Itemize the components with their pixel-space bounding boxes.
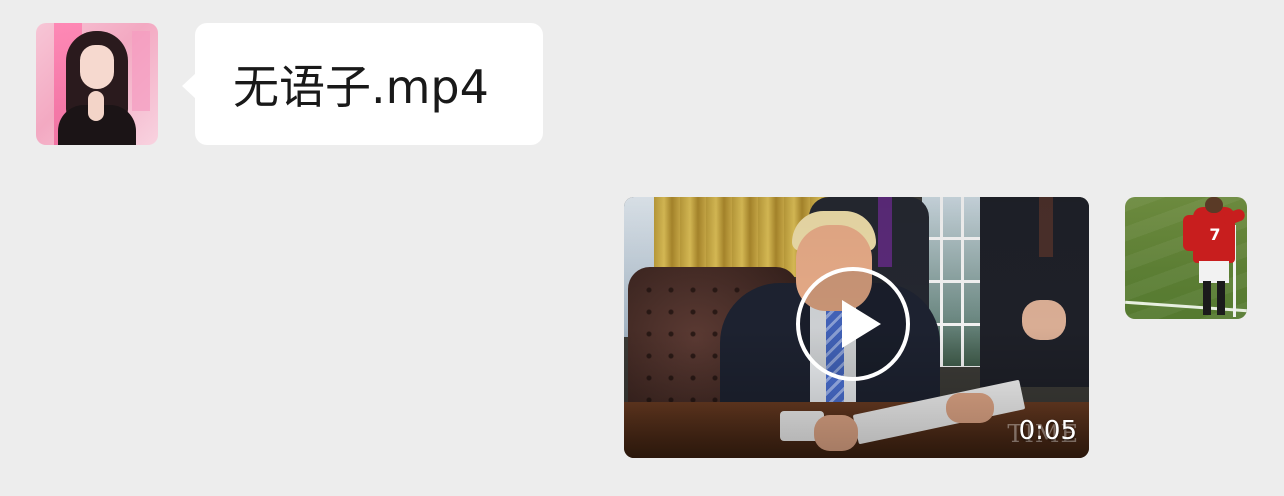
play-button[interactable] [796,267,910,381]
sender-avatar[interactable] [36,23,158,145]
incoming-message-bubble[interactable]: 无语子.mp4 [182,23,543,145]
play-icon [842,300,881,348]
avatar-jersey-number: 7 [1209,225,1221,244]
avatar-legs [1203,281,1225,315]
message-text: 无语子.mp4 [233,60,489,114]
video-duration: 0:05 [1018,416,1077,446]
avatar-hands [88,91,104,121]
avatar-background-light [132,31,150,111]
chat-area: 无语子.mp4 TIME 0:05 7 [0,0,1284,496]
avatar-head [1205,197,1223,213]
video-message[interactable]: TIME 0:05 [624,197,1089,458]
avatar-face [80,45,114,89]
my-avatar[interactable]: 7 [1125,197,1247,319]
avatar-shorts [1199,261,1229,283]
